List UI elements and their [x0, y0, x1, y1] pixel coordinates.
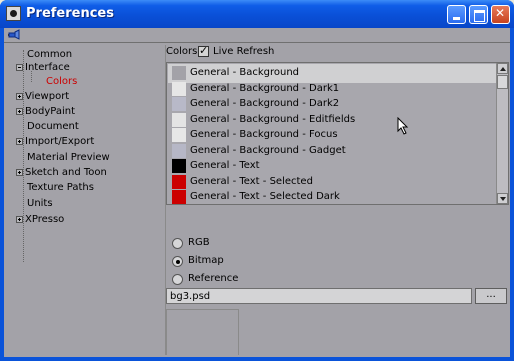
tree-item[interactable]: Interface — [8, 61, 158, 75]
color-item-label: General - Background - Focus — [190, 129, 338, 140]
tree-item[interactable]: Common — [8, 48, 158, 62]
tree-item[interactable]: Sketch and Toon — [8, 166, 158, 180]
expand-plus-icon[interactable] — [16, 93, 23, 100]
color-item-label: General - Text - Selected Dark — [190, 191, 340, 202]
expand-plus-icon[interactable] — [16, 138, 23, 145]
window-title: Preferences — [26, 6, 114, 21]
scroll-thumb[interactable] — [497, 75, 508, 89]
scroll-down-arrow-icon[interactable] — [497, 193, 508, 204]
tree-item-label: Viewport — [25, 91, 70, 102]
expand-plus-icon[interactable] — [16, 216, 23, 223]
tree-item[interactable]: Colors — [8, 75, 158, 89]
tree-item-label: Colors — [46, 76, 78, 87]
tree-item[interactable]: Material Preview — [8, 151, 158, 165]
color-item-label: General - Background - Gadget — [190, 144, 346, 156]
color-swatch[interactable] — [172, 143, 186, 158]
pin-icon[interactable] — [8, 29, 20, 40]
color-swatch[interactable] — [172, 97, 186, 111]
color-swatch[interactable] — [172, 66, 186, 80]
radio-button[interactable] — [172, 256, 183, 267]
color-swatch[interactable] — [172, 159, 186, 173]
color-list-scrollbar[interactable] — [496, 63, 508, 204]
color-swatch[interactable] — [172, 112, 186, 127]
scroll-up-arrow-icon[interactable] — [497, 63, 508, 74]
colors-label: Colors — [166, 46, 198, 57]
radio-label: Reference — [188, 273, 239, 284]
tree-item[interactable]: Document — [8, 120, 158, 134]
tree-item[interactable]: Viewport — [8, 90, 158, 104]
tree-item-label: Units — [27, 198, 53, 209]
bitmap-preview — [166, 309, 239, 355]
tree-item[interactable]: Import/Export — [8, 135, 158, 149]
color-item-label: General - Text — [190, 160, 260, 171]
preferences-window: Preferences Common Interface Colors Viewpor… — [0, 0, 514, 361]
tree-item-label: BodyPaint — [25, 106, 75, 117]
tree-item[interactable]: Units — [8, 197, 158, 211]
toolbar-divider — [4, 42, 510, 43]
expand-plus-icon[interactable] — [16, 108, 23, 115]
live-refresh-label: Live Refresh — [213, 46, 275, 57]
category-tree: Common Interface Colors Viewport BodyPaint Do… — [8, 45, 166, 355]
tree-item-label: Document — [27, 121, 79, 132]
color-item-label: General - Background - Dark2 — [190, 98, 340, 109]
color-swatch[interactable] — [172, 174, 186, 189]
tree-item-label: Interface — [25, 62, 70, 73]
color-swatch[interactable] — [172, 128, 186, 142]
color-item-label: General - Background - Dark1 — [190, 82, 340, 94]
radio-button[interactable] — [172, 274, 183, 285]
color-item-label: General - Text - Selected — [190, 175, 313, 187]
tree-item-label: Material Preview — [27, 152, 110, 163]
expand-plus-icon[interactable] — [16, 169, 23, 176]
radio-label: RGB — [188, 237, 210, 248]
live-refresh-checkbox[interactable] — [198, 44, 209, 57]
close-button[interactable] — [491, 5, 510, 24]
minimize-button[interactable] — [447, 5, 466, 24]
tree-item-label: Common — [27, 49, 73, 60]
collapse-minus-icon[interactable] — [16, 64, 23, 71]
color-list-item[interactable]: General - Text - Selected Dark — [168, 188, 496, 204]
tree-item-label: Texture Paths — [27, 182, 94, 193]
colors-settings: Colors Live Refresh General - Background… — [166, 44, 510, 355]
tree-item-label: Import/Export — [25, 136, 95, 147]
color-list: General - Background General - Background… — [166, 62, 509, 205]
client-area: Common Interface Colors Viewport BodyPaint Do… — [4, 28, 510, 357]
browse-button[interactable]: ... — [475, 288, 507, 304]
tree-item-label: Sketch and Toon — [25, 167, 107, 178]
radio-button[interactable] — [172, 238, 183, 249]
tree-item[interactable]: BodyPaint — [8, 105, 158, 119]
tree-item[interactable]: XPresso — [8, 213, 158, 227]
toolbar — [4, 28, 510, 42]
title-bar[interactable]: Preferences — [0, 0, 514, 28]
color-swatch[interactable] — [172, 190, 186, 204]
tree-item-label: XPresso — [25, 214, 65, 225]
color-item-label: General - Background — [190, 67, 300, 78]
maximize-button[interactable] — [469, 5, 488, 24]
bitmap-file-field[interactable] — [166, 288, 472, 304]
color-item-label: General - Background - Editfields — [190, 113, 356, 125]
tree-item[interactable]: Texture Paths — [8, 181, 158, 195]
app-icon — [6, 6, 21, 21]
color-swatch[interactable] — [172, 81, 186, 96]
mouse-cursor-icon — [397, 117, 409, 135]
radio-label: Bitmap — [188, 255, 224, 266]
